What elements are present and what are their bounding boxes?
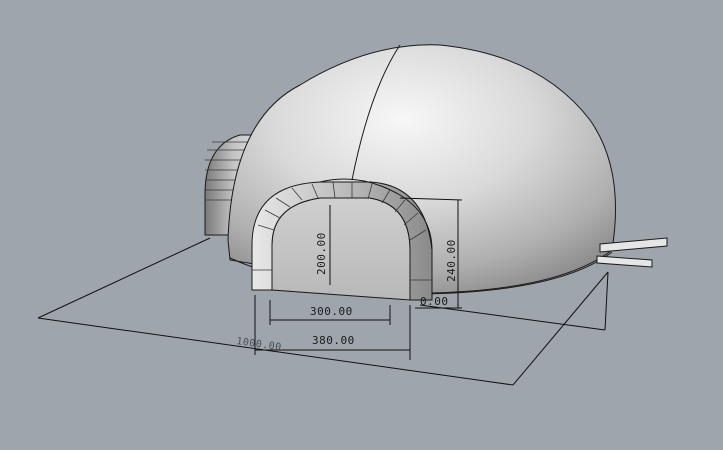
partial-dimension-label: 0.00 bbox=[420, 295, 449, 308]
entrance-height-label: 240.00 bbox=[445, 239, 458, 282]
door-outer-width-label: 380.00 bbox=[312, 334, 355, 347]
door-inner-width-label: 300.00 bbox=[310, 305, 353, 318]
door-inner-width-dimension: 300.00 bbox=[269, 300, 391, 325]
partial-dimension: 0.00 bbox=[420, 295, 449, 308]
door-height-label: 200.00 bbox=[315, 232, 328, 275]
dome-drawing: 200.00 240.00 0.00 300.00 380.00 1000.00 bbox=[37, 44, 668, 386]
dome-diameter-dimension: 1000.00 bbox=[236, 336, 283, 353]
dome-diameter-label: 1000.00 bbox=[236, 336, 283, 353]
entrance-arch bbox=[251, 178, 433, 301]
dome-diameter-left-extension bbox=[37, 237, 211, 319]
cad-viewport[interactable]: 200.00 240.00 0.00 300.00 380.00 1000.00 bbox=[0, 0, 723, 450]
